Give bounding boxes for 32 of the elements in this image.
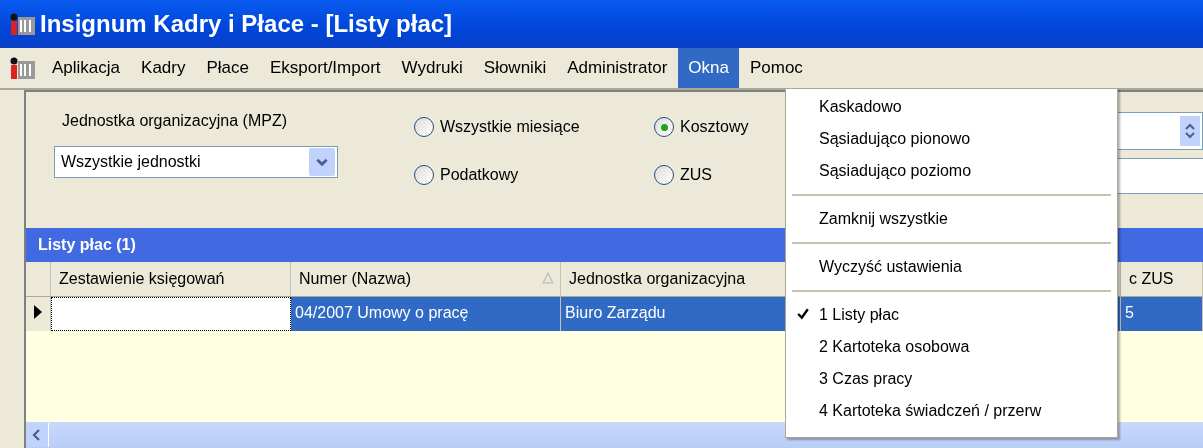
radio-button[interactable]: Podatkowy <box>414 162 654 188</box>
radio-circle-icon[interactable] <box>414 117 434 137</box>
chevron-left-icon <box>32 428 42 442</box>
menu-item[interactable]: Administrator <box>557 48 678 88</box>
menu-item[interactable]: Płace <box>196 48 259 88</box>
app-logo-icon <box>10 13 36 35</box>
menu-item[interactable]: 2 Kartoteka osobowa <box>786 331 1117 363</box>
column-header[interactable]: c ZUS <box>1121 262 1203 296</box>
menu-item[interactable]: Aplikacja <box>42 48 131 88</box>
scroll-left-button[interactable] <box>26 423 49 447</box>
menu-item[interactable]: Słowniki <box>473 48 557 88</box>
menu-item[interactable]: 1 Listy płac <box>786 299 1117 331</box>
radio-button[interactable]: Wszystkie miesiące <box>414 114 654 140</box>
table-cell: 04/2007 Umowy o pracę <box>291 297 561 331</box>
unit-dropdown[interactable]: Wszystkie jednostki <box>54 146 338 178</box>
menu-item[interactable]: 4 Kartoteka świadczeń / przerw <box>786 395 1117 427</box>
column-header[interactable]: Zestawienie księgowań <box>51 262 291 296</box>
table-cell: 5 <box>1121 297 1203 331</box>
field-label: Jednostka organizacyjna (MPZ) <box>61 112 288 130</box>
column-header[interactable]: Numer (Nazwa) <box>291 262 561 296</box>
window-title: Insignum Kadry i Płace - [Listy płac] <box>40 10 453 38</box>
menu-item[interactable]: Wydruki <box>391 48 473 88</box>
radio-circle-icon[interactable] <box>414 165 434 185</box>
menu-item[interactable]: Kadry <box>131 48 196 88</box>
menu-item[interactable]: 3 Czas pracy <box>786 363 1117 395</box>
menu-item[interactable]: Eksport/Import <box>260 48 391 88</box>
app-logo-icon[interactable] <box>10 57 36 79</box>
spinner-icon[interactable] <box>1180 116 1200 146</box>
radio-circle-icon[interactable] <box>654 165 674 185</box>
radio-circle-icon[interactable] <box>654 117 674 137</box>
menu-item[interactable]: Pomoc <box>739 48 813 88</box>
menu-item[interactable]: Okna <box>678 48 739 88</box>
